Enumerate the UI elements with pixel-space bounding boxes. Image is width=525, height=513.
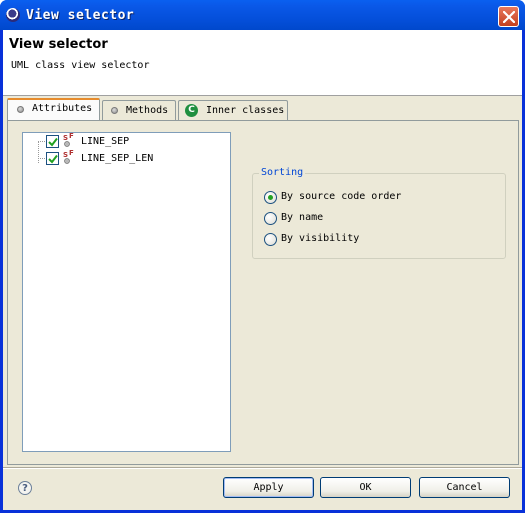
line-sep-checkbox[interactable] [46,135,59,148]
tab-bar: Attributes Methods C Inner classes [7,98,519,120]
window-title: View selector [26,8,135,23]
static-final-field-icon: S F [63,149,74,164]
tab-inner-classes-label: Inner classes [206,105,285,116]
dialog-header: View selector UML class view selector [3,30,522,96]
svg-text:S: S [63,151,68,159]
line-sep-len-checkbox[interactable] [46,152,59,165]
sorting-group: Sorting By source code order By name By … [252,167,506,259]
help-icon[interactable]: ? [18,481,32,495]
sorting-legend: Sorting [259,167,306,178]
title-bar[interactable]: View selector [0,0,525,30]
tab-attributes-label: Attributes [32,103,93,114]
tab-methods-label: Methods [126,105,169,116]
radio-by-name[interactable] [264,212,277,225]
svg-text:S: S [63,134,68,142]
button-bar-separator [3,467,522,469]
close-button[interactable] [498,6,519,27]
tree-item-line-sep-len[interactable]: S F LINE_SEP_LEN [23,149,223,168]
cancel-button[interactable]: Cancel [419,477,510,498]
tab-methods[interactable]: Methods [102,100,176,120]
radio-by-visibility-label[interactable]: By visibility [281,233,359,244]
apply-button[interactable]: Apply [223,477,314,498]
radio-source-order[interactable] [264,191,277,204]
check-icon [48,154,58,164]
attributes-tree[interactable]: S F LINE_SEP S F LINE_SEP_LEN [22,132,231,452]
attribute-dot-icon [17,106,24,113]
tab-inner-classes[interactable]: C Inner classes [178,100,288,120]
tree-item-line-sep[interactable]: S F LINE_SEP [23,132,223,151]
static-final-field-icon: S F [63,132,74,147]
radio-by-name-label[interactable]: By name [281,212,323,223]
tab-attributes[interactable]: Attributes [7,98,100,120]
dialog-window: View selector View selector UML class vi… [0,0,525,513]
attribute-label: LINE_SEP [81,136,130,147]
attribute-label: LINE_SEP_LEN [81,153,154,164]
radio-source-order-label[interactable]: By source code order [281,191,401,202]
method-dot-icon [111,107,118,114]
close-icon [503,11,515,23]
attributes-tab-panel: S F LINE_SEP S F LINE_SEP_LEN Sorting By… [7,120,519,465]
page-description: UML class view selector [11,60,150,71]
radio-by-visibility[interactable] [264,233,277,246]
svg-text:F: F [69,132,74,140]
page-title: View selector [9,37,108,52]
svg-text:F: F [69,149,74,157]
ok-button[interactable]: OK [320,477,411,498]
eclipse-icon [6,8,20,22]
check-icon [48,137,58,147]
class-c-icon: C [185,104,198,117]
dialog-client-area: View selector UML class view selector At… [3,30,522,510]
